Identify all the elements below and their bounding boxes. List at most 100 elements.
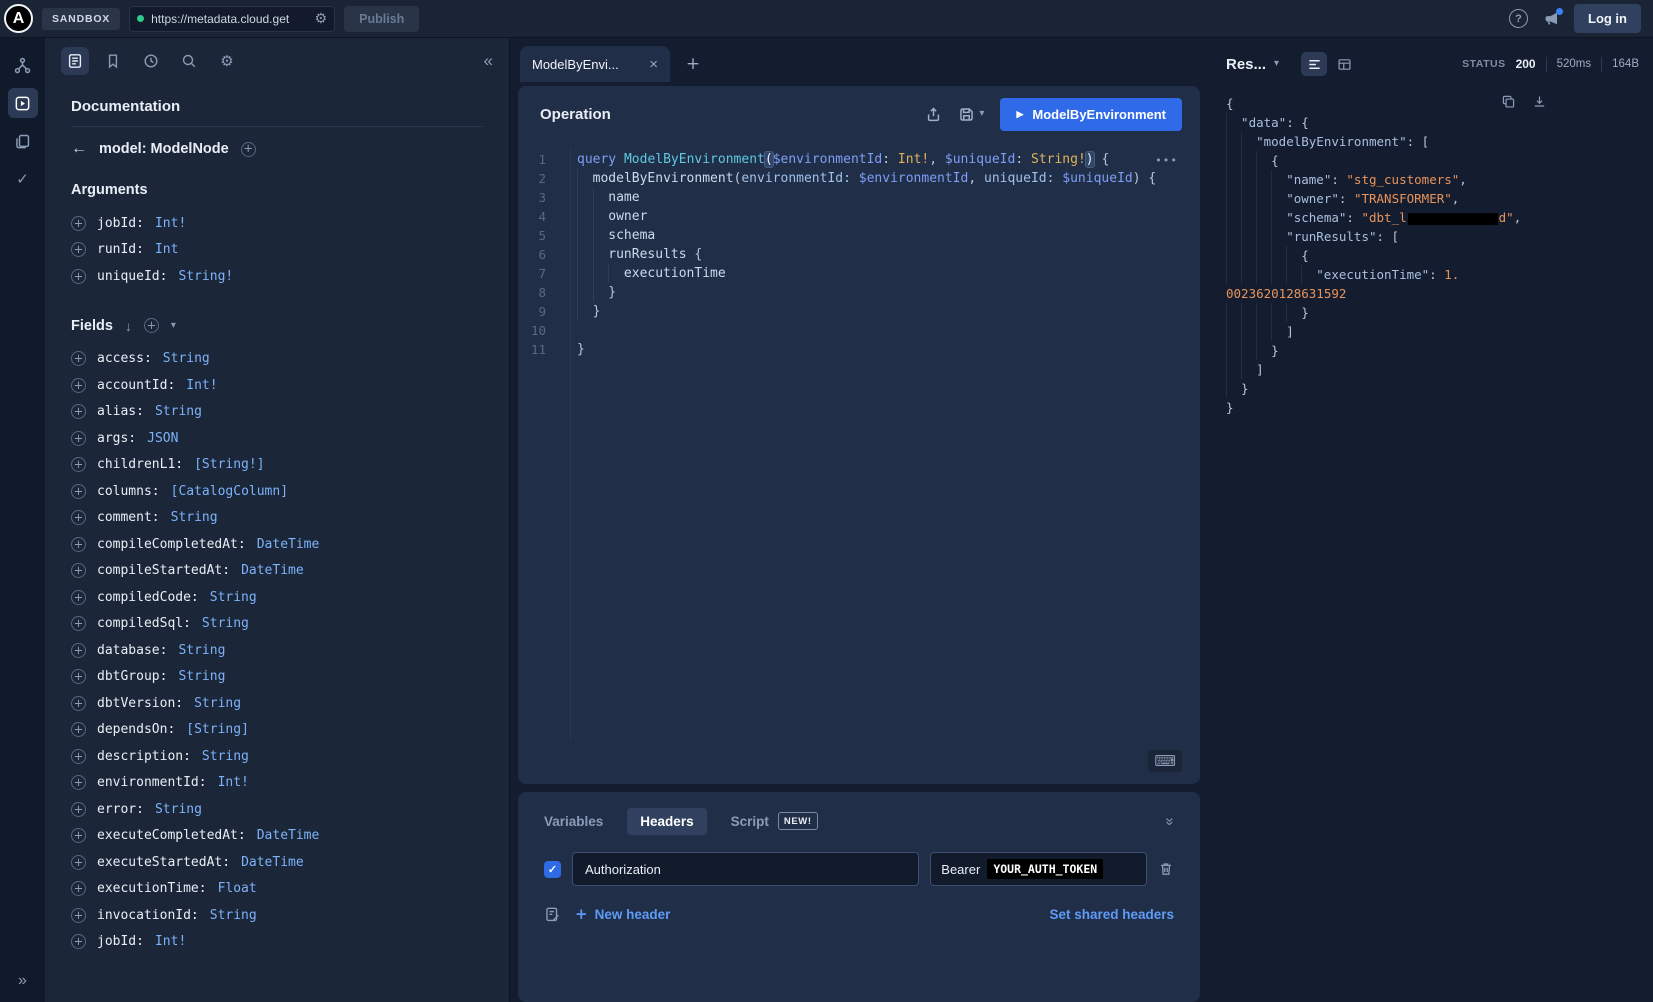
add-field-icon[interactable]: + xyxy=(71,616,86,631)
docs-field-row[interactable]: +environmentId:Int! xyxy=(71,770,483,797)
docs-field-row[interactable]: +executionTime:Float xyxy=(71,876,483,903)
endpoint-settings-gear-icon[interactable]: ⚙ xyxy=(315,12,328,26)
collapse-panel-icon[interactable]: » xyxy=(1161,817,1178,825)
docs-field-row[interactable]: +args:JSON xyxy=(71,425,483,452)
sandbox-badge[interactable]: SANDBOX xyxy=(42,8,120,30)
documentation-tab-button[interactable] xyxy=(61,47,89,75)
new-tab-button[interactable]: + xyxy=(680,51,706,77)
table-view-button[interactable] xyxy=(1331,52,1357,76)
add-field-icon[interactable]: + xyxy=(71,669,86,684)
run-operation-button[interactable]: ▶ ModelByEnvironment xyxy=(1000,98,1182,131)
add-fields-caret-icon[interactable]: ▾ xyxy=(171,321,176,331)
delete-header-button[interactable] xyxy=(1158,861,1174,877)
announcements-button[interactable] xyxy=(1541,9,1561,29)
response-title[interactable]: Res... xyxy=(1226,56,1266,73)
add-field-icon[interactable]: + xyxy=(71,431,86,446)
saved-operations-button[interactable] xyxy=(99,47,127,75)
apollo-logo[interactable]: A xyxy=(4,4,33,33)
docs-field-row[interactable]: +columns:[CatalogColumn] xyxy=(71,478,483,505)
docs-field-row[interactable]: +compiledSql:String xyxy=(71,611,483,638)
checks-nav-button[interactable]: ✓ xyxy=(8,164,38,194)
docs-argument-row[interactable]: +uniqueId:String! xyxy=(71,263,483,290)
tab-headers[interactable]: Headers xyxy=(627,808,706,835)
add-type-icon[interactable]: + xyxy=(241,142,256,157)
expand-rail-button[interactable]: » xyxy=(18,972,27,990)
add-field-icon[interactable]: + xyxy=(71,378,86,393)
help-icon[interactable]: ? xyxy=(1509,9,1528,28)
explorer-settings-button[interactable]: ⚙ xyxy=(213,47,241,75)
add-field-icon[interactable]: + xyxy=(71,457,86,472)
add-field-icon[interactable]: + xyxy=(71,242,86,257)
response-caret-icon[interactable]: ▾ xyxy=(1274,59,1279,69)
docs-field-row[interactable]: +access:String xyxy=(71,346,483,373)
docs-field-row[interactable]: +dbtVersion:String xyxy=(71,690,483,717)
add-field-icon[interactable]: + xyxy=(71,351,86,366)
add-field-icon[interactable]: + xyxy=(71,802,86,817)
add-field-icon[interactable]: + xyxy=(71,269,86,284)
add-field-icon[interactable]: + xyxy=(71,484,86,499)
save-operation-button[interactable]: ▾ xyxy=(958,106,984,123)
login-button[interactable]: Log in xyxy=(1574,4,1641,33)
header-key-input[interactable] xyxy=(572,852,919,886)
docs-field-row[interactable]: +dependsOn:[String] xyxy=(71,717,483,744)
docs-field-row[interactable]: +description:String xyxy=(71,743,483,770)
collapse-docs-button[interactable]: « xyxy=(484,51,493,71)
docs-field-row[interactable]: +jobId:Int! xyxy=(71,929,483,956)
add-field-icon[interactable]: + xyxy=(71,828,86,843)
sort-fields-icon[interactable]: ↓ xyxy=(125,318,132,334)
add-field-icon[interactable]: + xyxy=(71,404,86,419)
set-shared-headers-link[interactable]: Set shared headers xyxy=(1049,907,1174,922)
docs-field-row[interactable]: +accountId:Int! xyxy=(71,372,483,399)
back-arrow-icon[interactable]: ← xyxy=(71,140,87,158)
add-field-icon[interactable]: + xyxy=(71,643,86,658)
tab-variables[interactable]: Variables xyxy=(544,814,603,829)
add-field-icon[interactable]: + xyxy=(71,216,86,231)
add-field-icon[interactable]: + xyxy=(71,563,86,578)
tab-script-group[interactable]: Script NEW! xyxy=(731,812,818,830)
new-header-button[interactable]: + New header xyxy=(575,907,670,922)
publish-button[interactable]: Publish xyxy=(344,6,419,32)
docs-field-row[interactable]: +compileStartedAt:DateTime xyxy=(71,558,483,585)
history-button[interactable] xyxy=(137,47,165,75)
endpoint-url-input[interactable]: https://metadata.cloud.get ⚙ xyxy=(129,6,335,32)
docs-field-row[interactable]: +error:String xyxy=(71,796,483,823)
schema-nav-button[interactable] xyxy=(8,50,38,80)
docs-field-row[interactable]: +childrenL1:[String!] xyxy=(71,452,483,479)
close-tab-icon[interactable]: × xyxy=(649,57,658,72)
docs-argument-row[interactable]: +jobId:Int! xyxy=(71,210,483,237)
bulk-edit-headers-button[interactable] xyxy=(544,906,561,923)
editor-line-menu-icon[interactable]: ••• xyxy=(1155,154,1178,167)
docs-field-row[interactable]: +compileCompletedAt:DateTime xyxy=(71,531,483,558)
explorer-nav-button[interactable] xyxy=(8,88,38,118)
header-enabled-checkbox[interactable]: ✓ xyxy=(544,861,561,878)
docs-field-row[interactable]: +comment:String xyxy=(71,505,483,532)
download-response-button[interactable] xyxy=(1532,94,1547,109)
collections-nav-button[interactable] xyxy=(8,126,38,156)
docs-field-row[interactable]: +executeCompletedAt:DateTime xyxy=(71,823,483,850)
add-field-icon[interactable]: + xyxy=(71,934,86,949)
docs-field-row[interactable]: +alias:String xyxy=(71,399,483,426)
search-button[interactable] xyxy=(175,47,203,75)
copy-response-button[interactable] xyxy=(1501,94,1516,109)
share-operation-button[interactable] xyxy=(925,106,942,123)
add-field-icon[interactable]: + xyxy=(71,696,86,711)
add-all-fields-icon[interactable]: + xyxy=(144,318,159,333)
formatted-view-button[interactable] xyxy=(1301,52,1327,76)
docs-field-row[interactable]: +dbtGroup:String xyxy=(71,664,483,691)
header-value-input[interactable]: Bearer YOUR_AUTH_TOKEN xyxy=(930,852,1147,886)
add-field-icon[interactable]: + xyxy=(71,775,86,790)
docs-field-row[interactable]: +database:String xyxy=(71,637,483,664)
add-field-icon[interactable]: + xyxy=(71,722,86,737)
docs-field-row[interactable]: +executeStartedAt:DateTime xyxy=(71,849,483,876)
add-field-icon[interactable]: + xyxy=(71,510,86,525)
keyboard-shortcuts-icon[interactable]: ⌨ xyxy=(1148,750,1182,772)
operation-tab[interactable]: ModelByEnvi... × xyxy=(520,46,670,82)
graphql-editor[interactable]: 1query ModelByEnvironment($environmentId… xyxy=(518,142,1200,784)
add-field-icon[interactable]: + xyxy=(71,590,86,605)
add-field-icon[interactable]: + xyxy=(71,881,86,896)
add-field-icon[interactable]: + xyxy=(71,855,86,870)
add-field-icon[interactable]: + xyxy=(71,537,86,552)
add-field-icon[interactable]: + xyxy=(71,908,86,923)
docs-field-row[interactable]: +invocationId:String xyxy=(71,902,483,929)
docs-field-row[interactable]: +compiledCode:String xyxy=(71,584,483,611)
